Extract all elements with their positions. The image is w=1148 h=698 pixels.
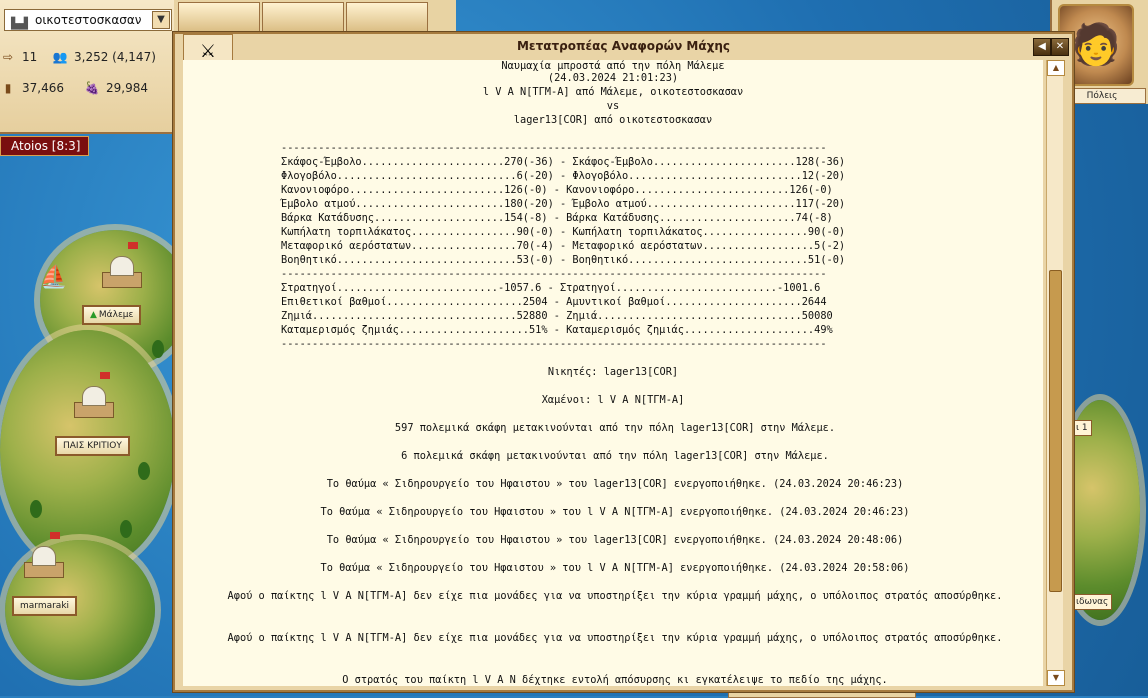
map-label-right-2[interactable]: ιδωνας: [1072, 594, 1113, 610]
wine-resource: 🍇 29,984: [84, 81, 148, 95]
winner-line: Νικητές: lager13[COR]: [547, 366, 679, 378]
separator: ----------------------------------------…: [281, 338, 827, 350]
chevron-down-icon[interactable]: ▼: [152, 11, 170, 29]
scroll-down-icon[interactable]: ▼: [1047, 670, 1065, 686]
city-label-pais-kritiou[interactable]: ΠΑΙΣ ΚΡΙΤΙΟΥ: [55, 436, 130, 456]
ships-resource: ⇨ 11: [0, 50, 37, 64]
wood-icon: ▮: [4, 81, 12, 95]
population-resource: 👥 3,252 (4,147): [52, 50, 156, 64]
city-malème[interactable]: [98, 242, 144, 288]
event-line: Το θαύμα « Σιδηρουργείο του Ηφαιστου » τ…: [326, 534, 904, 546]
scroll-thumb[interactable]: [1049, 270, 1062, 592]
loser-line: Χαμένοι: l V A N[TΓΜ-A]: [541, 394, 685, 406]
stat-row: Στρατηγοί..........................-1057…: [281, 282, 821, 294]
city-selector[interactable]: ▙▟ οικοτεστοσκασαν ▼: [4, 9, 172, 31]
separator: ----------------------------------------…: [281, 142, 827, 154]
event-line: 597 πολεμικά σκάφη μετακινούνται από την…: [394, 422, 836, 434]
unit-row: Έμβολο ατμού........................180(…: [281, 198, 846, 210]
resource-panel: ▙▟ οικοτεστοσκασαν ▼ ⇨ 11 👥 3,252 (4,147) …: [0, 0, 176, 134]
map-label-right-1[interactable]: ι 1: [1072, 420, 1092, 436]
alliance-tag[interactable]: Atoios [8:3]: [0, 136, 90, 156]
city-view-button[interactable]: [346, 2, 428, 34]
unit-row: Φλογοβόλο.............................6(…: [281, 170, 846, 182]
event-line: Ο στρατός του παίκτη l V A N δέχτηκε εντ…: [342, 674, 888, 686]
event-line: Το θαύμα « Σιδηρουργείο του Ηφαιστου » τ…: [326, 478, 904, 490]
city-label-maleme[interactable]: ▲ Μάλεμε: [82, 305, 142, 325]
ship-arrow-icon: ⇨: [2, 50, 14, 64]
unit-row: Κανονιοφόρο.........................126(…: [281, 184, 833, 196]
island-view-button[interactable]: [262, 2, 344, 34]
grapes-icon: 🍇: [84, 81, 100, 95]
unit-row: Μεταφορικό αερόστατων.................70…: [281, 240, 846, 252]
report-scrollbar[interactable]: ▲ ▼: [1046, 60, 1065, 686]
arrow-up-icon: ▲: [90, 310, 97, 320]
city-marmaraki[interactable]: [20, 532, 66, 578]
unit-row: Βάρκα Κατάδυσης.....................154(…: [281, 212, 833, 224]
city-icon: ▙▟: [11, 17, 28, 30]
battle-report-converter-window: ⚔ Μετατροπέας Αναφορών Μάχης ◀ ✕ Ναυμαχί…: [173, 32, 1074, 692]
minimize-button[interactable]: ◀: [1033, 38, 1051, 56]
ship-icon[interactable]: ⛵: [40, 265, 67, 290]
tree: [138, 462, 150, 480]
report-content[interactable]: Ναυμαχία μπροστά από την πόλη Μάλεμε (24…: [183, 60, 1043, 686]
tree: [152, 340, 164, 358]
tree: [120, 520, 132, 538]
event-line: 6 πολεμικά σκάφη μετακινούνται από την π…: [401, 450, 829, 462]
stat-row: Επιθετικοί βαθμοί......................2…: [281, 296, 827, 308]
world-view-button[interactable]: [178, 2, 260, 34]
close-button[interactable]: ✕: [1051, 38, 1069, 56]
top-toolbar: [174, 0, 456, 36]
report-header-line: vs: [606, 100, 620, 112]
event-line: Το θαύμα « Σιδηρουργείο του Ηφαιστου » τ…: [320, 506, 910, 518]
unit-row: Βοηθητικό.............................53…: [281, 254, 846, 266]
report-header-line: (24.03.2024 21:01:23): [547, 72, 679, 84]
scroll-up-icon[interactable]: ▲: [1047, 60, 1065, 76]
report-header-line: lager13[COR] από οικοτεστοσκασαν: [513, 114, 713, 126]
separator: ----------------------------------------…: [281, 268, 827, 280]
unit-row: Κωπήλατη τορπιλάκατος.................90…: [281, 226, 846, 238]
report-header-line: l V A N[TΓΜ-A] από Μάλεμε, οικοτεστοσκασ…: [482, 86, 744, 98]
unit-row: Σκάφος-Έμβολο.......................270(…: [281, 156, 846, 168]
window-title: Μετατροπέας Αναφορών Μάχης: [516, 39, 730, 53]
event-line: Αφού ο παίκτης l V A N[TΓΜ-A] δεν είχε π…: [227, 590, 1003, 602]
population-icon: 👥: [52, 50, 68, 64]
city-pais-kritiou[interactable]: [70, 372, 116, 418]
wood-resource: ▮ 37,466: [0, 81, 64, 95]
event-line: Το θαύμα « Σιδηρουργείο του Ηφαιστου » τ…: [320, 562, 910, 574]
stat-row: Καταμερισμός ζημιάς.....................…: [281, 324, 833, 336]
event-line: Αφού ο παίκτης l V A N[TΓΜ-A] δεν είχε π…: [227, 632, 1003, 644]
city-label-marmaraki[interactable]: marmaraki: [12, 596, 78, 616]
stat-row: Ζημιά.................................52…: [281, 310, 833, 322]
report-header-line: Ναυμαχία μπροστά από την πόλη Μάλεμε: [501, 60, 725, 72]
tree: [30, 500, 42, 518]
